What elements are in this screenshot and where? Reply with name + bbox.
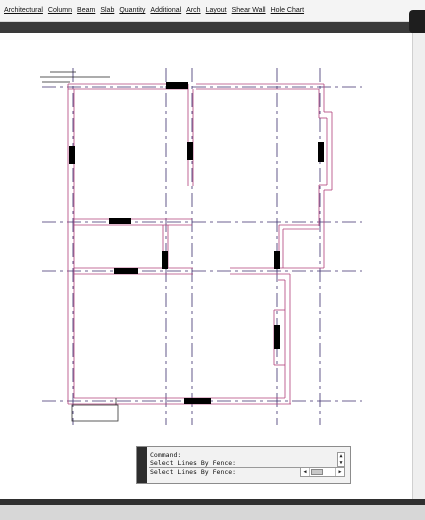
command-prompt-line[interactable]: Select Lines By Fence: bbox=[150, 468, 236, 476]
menu-shear-wall[interactable]: Shear Wall bbox=[232, 7, 266, 14]
scroll-thumb[interactable] bbox=[311, 469, 323, 475]
scroll-left-icon[interactable]: ◀ bbox=[301, 468, 310, 476]
menu-column[interactable]: Column bbox=[48, 7, 72, 14]
menu-additional[interactable]: Additional bbox=[150, 7, 181, 14]
menu-quantity[interactable]: Quantity bbox=[119, 7, 145, 14]
scroll-right-icon[interactable]: ▶ bbox=[335, 468, 344, 476]
drawing-canvas[interactable] bbox=[0, 33, 412, 499]
command-vertical-scrollbar[interactable]: ▲ ▼ bbox=[337, 452, 345, 467]
status-bar-panel bbox=[0, 505, 425, 520]
walls bbox=[67, 83, 333, 405]
command-history-line: Select Lines By Fence: bbox=[150, 459, 237, 467]
status-bar bbox=[0, 499, 425, 520]
menu-slab[interactable]: Slab bbox=[100, 7, 114, 14]
menu-hole-chart[interactable]: Hole Chart bbox=[271, 7, 304, 14]
grid-lines bbox=[42, 68, 362, 425]
command-window-grip[interactable] bbox=[137, 447, 147, 483]
command-history-line: Command: bbox=[150, 451, 182, 459]
menu-beam[interactable]: Beam bbox=[77, 7, 95, 14]
toolbar-strip bbox=[0, 22, 425, 33]
menu-bar: Architectural Column Beam Slab Quantity … bbox=[0, 0, 425, 22]
command-horizontal-scrollbar[interactable]: ◀ ▶ bbox=[300, 467, 345, 477]
menu-layout[interactable]: Layout bbox=[206, 7, 227, 14]
vertical-scrollbar[interactable] bbox=[412, 33, 425, 499]
entrance-steps bbox=[71, 398, 119, 422]
menu-architectural[interactable]: Architectural bbox=[4, 7, 43, 14]
dimension-marks bbox=[40, 71, 110, 83]
scroll-down-icon[interactable]: ▼ bbox=[338, 460, 344, 466]
columns bbox=[69, 82, 324, 404]
command-window[interactable]: Command: Select Lines By Fence: Select L… bbox=[136, 446, 351, 484]
floor-plan-drawing bbox=[40, 68, 362, 425]
scroll-up-icon[interactable]: ▲ bbox=[338, 453, 344, 459]
menu-arch[interactable]: Arch bbox=[186, 7, 200, 14]
window-close-button[interactable] bbox=[409, 10, 425, 33]
